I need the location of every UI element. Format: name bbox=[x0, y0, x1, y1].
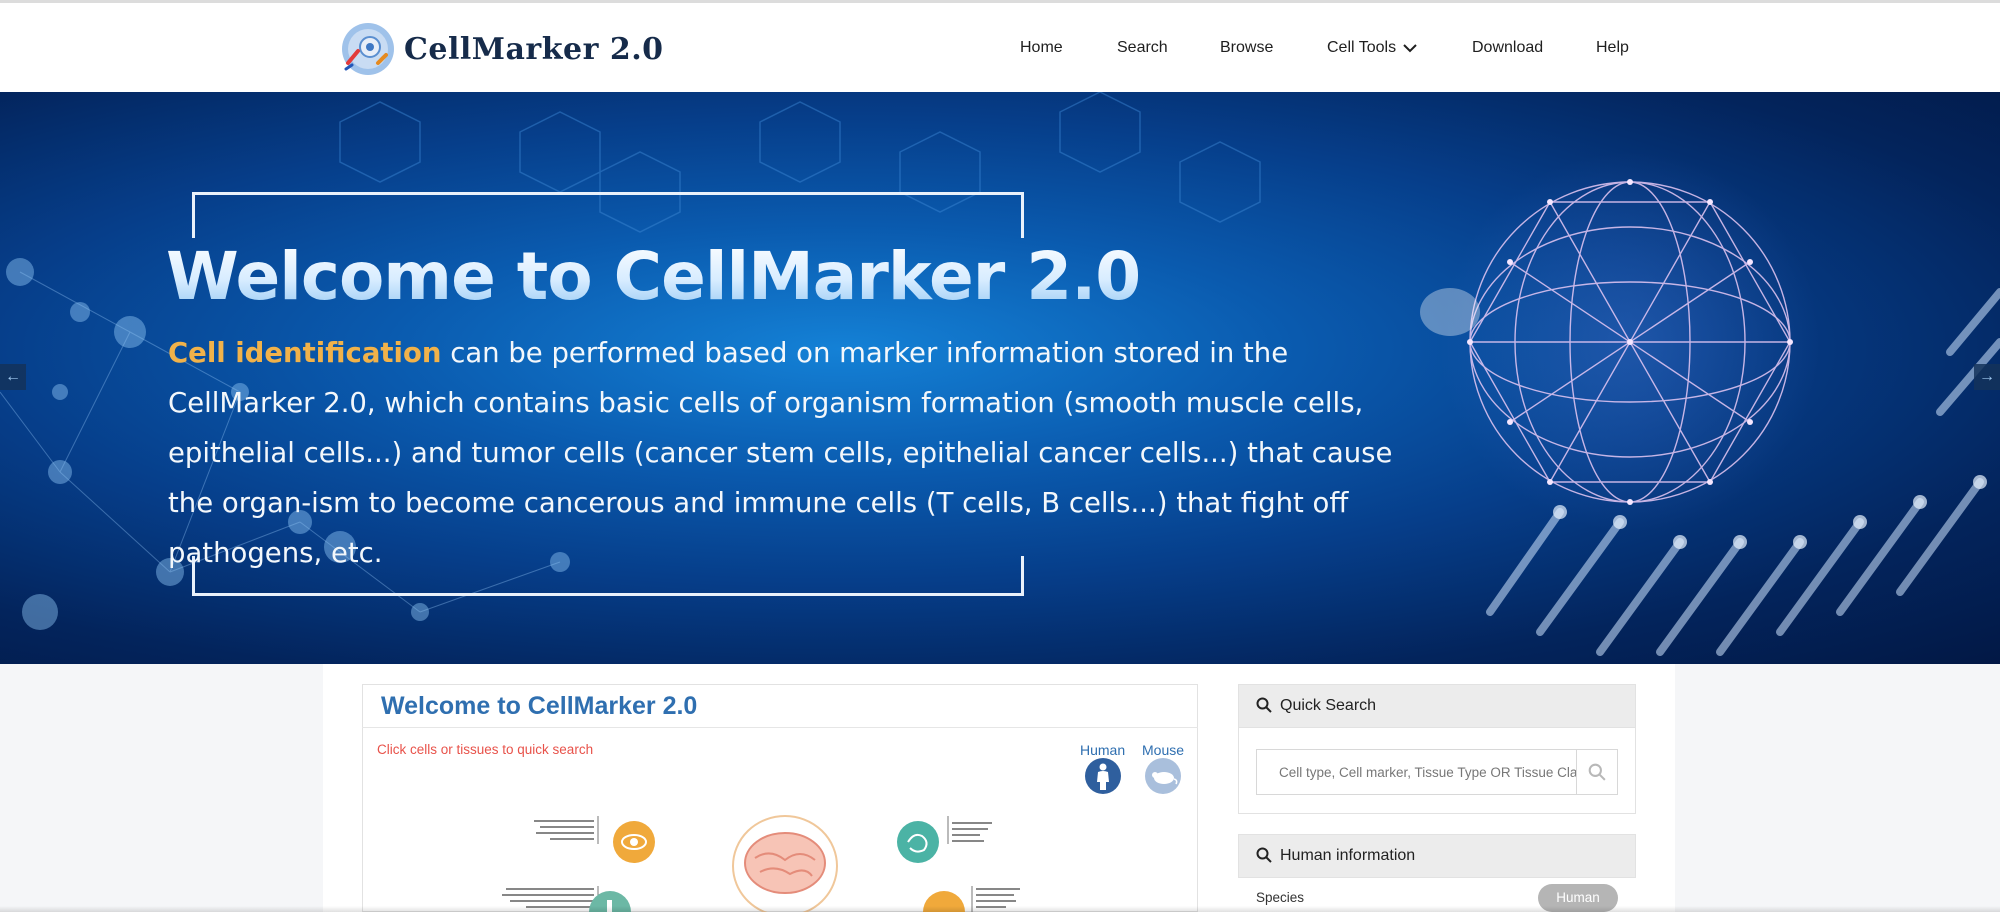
human-icon[interactable] bbox=[1085, 758, 1121, 794]
carousel-next-button[interactable]: → bbox=[1974, 364, 2000, 390]
quick-search-input[interactable] bbox=[1256, 749, 1576, 795]
hero-frame-bottom bbox=[192, 556, 1024, 596]
hero-description: Cell identification can be performed bas… bbox=[168, 328, 1428, 578]
eye-icon bbox=[613, 821, 655, 863]
chevron-down-icon bbox=[1403, 44, 1417, 53]
nav-browse[interactable]: Browse bbox=[1220, 39, 1273, 57]
main-nav: Home Search Browse Cell Tools Download H… bbox=[0, 39, 2000, 63]
nav-help[interactable]: Help bbox=[1596, 39, 1629, 57]
search-icon bbox=[1588, 763, 1606, 781]
quick-search-button[interactable] bbox=[1576, 749, 1618, 795]
bottom-shadow bbox=[0, 906, 2000, 912]
human-info-title: Human information bbox=[1280, 847, 1416, 864]
nav-cell-tools[interactable]: Cell Tools bbox=[1327, 39, 1418, 57]
tab-mouse[interactable]: Mouse bbox=[1142, 742, 1184, 758]
arrow-left-icon: ← bbox=[5, 368, 21, 385]
brain-icon bbox=[732, 815, 838, 912]
carousel-prev-button[interactable]: ← bbox=[0, 364, 26, 390]
species-label: Species bbox=[1256, 890, 1305, 905]
mouse-icon[interactable] bbox=[1145, 758, 1181, 794]
quick-search-hint: Click cells or tissues to quick search bbox=[377, 742, 594, 757]
nav-search[interactable]: Search bbox=[1117, 39, 1168, 57]
hero-highlight: Cell identification bbox=[168, 337, 442, 369]
cell-tissue-map[interactable] bbox=[490, 808, 1050, 912]
arrow-right-icon: → bbox=[1979, 368, 1995, 385]
quick-search-title: Quick Search bbox=[1280, 697, 1377, 714]
nav-home[interactable]: Home bbox=[1020, 39, 1063, 57]
welcome-panel-divider bbox=[362, 727, 1198, 728]
welcome-panel-title: Welcome to CellMarker 2.0 bbox=[381, 692, 698, 720]
hero-frame-top bbox=[192, 192, 1024, 238]
tab-human[interactable]: Human bbox=[1080, 742, 1125, 758]
hero-carousel: Welcome to CellMarker 2.0 Cell identific… bbox=[0, 92, 2000, 664]
hero-title: Welcome to CellMarker 2.0 bbox=[166, 238, 1141, 315]
search-icon bbox=[1256, 697, 1272, 713]
neuron-icon bbox=[897, 821, 939, 863]
hero-description-text: can be performed based on marker informa… bbox=[168, 337, 1393, 569]
search-icon bbox=[1256, 847, 1272, 863]
nav-download[interactable]: Download bbox=[1472, 39, 1543, 57]
site-header: CellMarker 2.0 Home Search Browse Cell T… bbox=[0, 0, 2000, 92]
nav-cell-tools-label: Cell Tools bbox=[1327, 39, 1397, 56]
